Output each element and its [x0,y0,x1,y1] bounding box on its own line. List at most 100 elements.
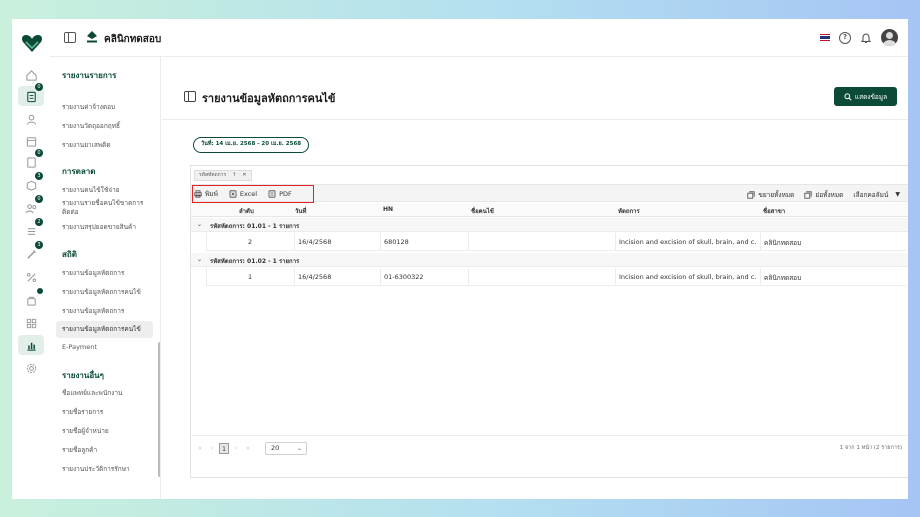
page-number-button[interactable]: 1 [219,443,229,454]
menu-item[interactable]: รายงานยาเสพติด [56,137,153,154]
clinic-name[interactable]: คลินิกทดสอบ [104,32,161,47]
cell-separator [468,268,469,286]
group-row[interactable]: ⌄ รหัสหัตถการ: 01.01 - 1 รายการ [191,218,908,232]
column-header-procedure[interactable]: หัตถการ [618,206,640,216]
prev-page-button[interactable]: ‹ [207,443,217,454]
column-header-hn[interactable]: HN [383,206,393,213]
page-size-select[interactable]: 20 ⌄ [265,442,307,455]
menu-section-title: รายงานอื่นๆ [62,371,104,380]
rail-bag-icon[interactable] [18,288,44,310]
grid-tools: ขยายทั้งหมด ย่อทั้งหมด เลือกคอลัมน์ ▼ [747,188,900,201]
chevron-down-icon: ⌄ [296,445,302,452]
show-data-button[interactable]: แสดงข้อมูล [834,87,897,106]
menu-item[interactable]: รายงานสรุปยอดขายสินค้า [56,219,153,236]
rail-settings-gear-icon[interactable] [18,358,44,378]
pagination: « ‹ 1 › » [195,443,253,454]
rail-percent-icon[interactable] [18,267,44,287]
menu-item[interactable]: รายงานวัตถุออกฤทธิ์ [56,118,153,135]
menu-item[interactable]: รายชื่อผู้จำหน่าย [56,423,153,440]
clinic-logo-icon [87,31,97,43]
rail-document-icon[interactable]: 0 [18,149,44,172]
rail-syringe-icon[interactable]: 3 [18,241,44,264]
rail-calendar-icon[interactable] [18,131,44,151]
menu-item[interactable]: รายงานรายชื่อคนไข้ขาดการติดต่อ [56,198,153,218]
menu-item[interactable]: รายชื่อลูกค้า [56,442,153,459]
last-page-button[interactable]: » [243,443,253,454]
column-header-date[interactable]: วันที่ [295,206,306,216]
excel-label: Excel [239,189,258,198]
collapse-icon [804,190,812,199]
rail-clipboard-icon[interactable]: 0 [18,83,44,106]
app-logo-icon[interactable] [21,33,43,53]
excel-export-button[interactable]: Excel [229,187,257,200]
rail-badge: 0 [35,195,43,203]
page-layout-icon [184,91,196,102]
group-chip[interactable]: รหัสหัตถการ ↑ ✕ [194,170,252,181]
rail-report-chart-icon[interactable] [18,335,44,355]
print-button[interactable]: พิมพ์ [194,187,218,200]
sort-up-icon[interactable]: ↑ [232,171,236,180]
menu-section-title: การตลาด [62,167,96,176]
table-row[interactable]: 2 16/4/2568 680128 Incision and excision… [206,233,906,251]
first-page-button[interactable]: « [195,443,205,454]
menu-item[interactable]: รายชื่อรายการ [56,404,153,421]
help-icon[interactable]: ? [839,31,851,44]
cell-branch: คลินิกทดสอบ [764,239,802,247]
rail-grid-icon[interactable] [18,313,44,333]
menu-item[interactable]: ชื่อแพทย์และพนักงาน [56,385,153,402]
cell-procedure: Incision and excision of skull, brain, a… [619,273,757,281]
collapse-all-label: ย่อทั้งหมด [815,190,844,199]
cell-branch: คลินิกทดสอบ [764,274,802,282]
menu-item[interactable]: รายงานข้อมูลหัตถการคนไข้ [56,284,153,301]
collapse-all-button[interactable]: ย่อทั้งหมด [804,188,843,201]
close-icon[interactable]: ✕ [242,171,246,180]
menu-item-active[interactable]: รายงานข้อมูลหัตถการคนไข้ [56,321,153,338]
menu-item[interactable]: รายงานข้อมูลหัตถการ [56,265,153,282]
menu-item[interactable]: รายงานคนไข้ใช้จ่าย [56,182,153,199]
rail-home-icon[interactable] [18,65,44,85]
expand-all-button[interactable]: ขยายทั้งหมด [747,188,794,201]
cell-procedure: Incision and excision of skull, brain, a… [619,238,757,246]
cell-separator [294,233,295,251]
user-avatar[interactable] [881,29,898,46]
report-grid: รหัสหัตถการ ↑ ✕ พิมพ์ Excel PDF ขยายทั้ง… [190,165,908,478]
cell-hn: 01-6300322 [384,273,424,281]
menu-item[interactable]: รายงานประวัติการรักษา [56,461,153,478]
top-bar: คลินิกทดสอบ ? [50,19,908,57]
pdf-export-button[interactable]: PDF [268,187,292,200]
rail-people-icon[interactable]: 0 [18,195,44,218]
column-header-branch[interactable]: ชื่อสาขา [763,206,785,216]
thai-flag-icon[interactable] [820,33,830,42]
cell-separator [380,233,381,251]
page-size-value: 20 [271,444,280,452]
search-icon [844,92,852,101]
rail-box-icon[interactable]: 3 [18,172,44,195]
date-range-pill[interactable]: วันที่: 14 เม.ย. 2568 - 20 เม.ย. 2568 [193,137,310,153]
menu-item[interactable]: รายงานข้อมูลหัตถการ [56,303,153,320]
choose-columns-button[interactable]: เลือกคอลัมน์ ▼ [853,188,900,201]
menu-scrollbar[interactable] [158,342,160,477]
chevron-down-icon[interactable]: ⌄ [197,221,202,228]
rail-list-icon[interactable]: 2 [18,218,44,241]
printer-icon [194,189,202,198]
table-row[interactable]: 1 16/4/2568 01-6300322 Incision and exci… [206,268,906,286]
column-header-no[interactable]: ลำดับ [239,206,254,216]
menu-item[interactable]: รายงานค่าจ้างตอบ [56,99,153,116]
menu-item[interactable]: E-Payment [56,339,153,356]
icon-rail: 0 0 3 0 2 3 [12,19,50,499]
report-menu: รายงานรายการ รายงานค่าจ้างตอบ รายงานวัตถ… [50,57,161,499]
cell-hn: 680128 [384,238,409,246]
bell-icon[interactable] [860,32,872,44]
group-row[interactable]: ⌄ รหัสหัตถการ: 01.02 - 1 รายการ [191,253,908,267]
next-page-button[interactable]: › [231,443,241,454]
pdf-file-icon [268,189,276,198]
print-label: พิมพ์ [205,189,218,198]
cell-no: 1 [248,273,253,281]
rail-user-icon[interactable] [18,109,44,129]
group-chip-label: รหัสหัตถการ [199,172,227,178]
sidebar-toggle-icon[interactable] [64,32,76,43]
top-right-actions: ? [820,29,898,46]
column-header-patient[interactable]: ชื่อคนไข้ [471,206,494,216]
cell-separator [468,233,469,251]
chevron-down-icon[interactable]: ⌄ [197,256,202,263]
